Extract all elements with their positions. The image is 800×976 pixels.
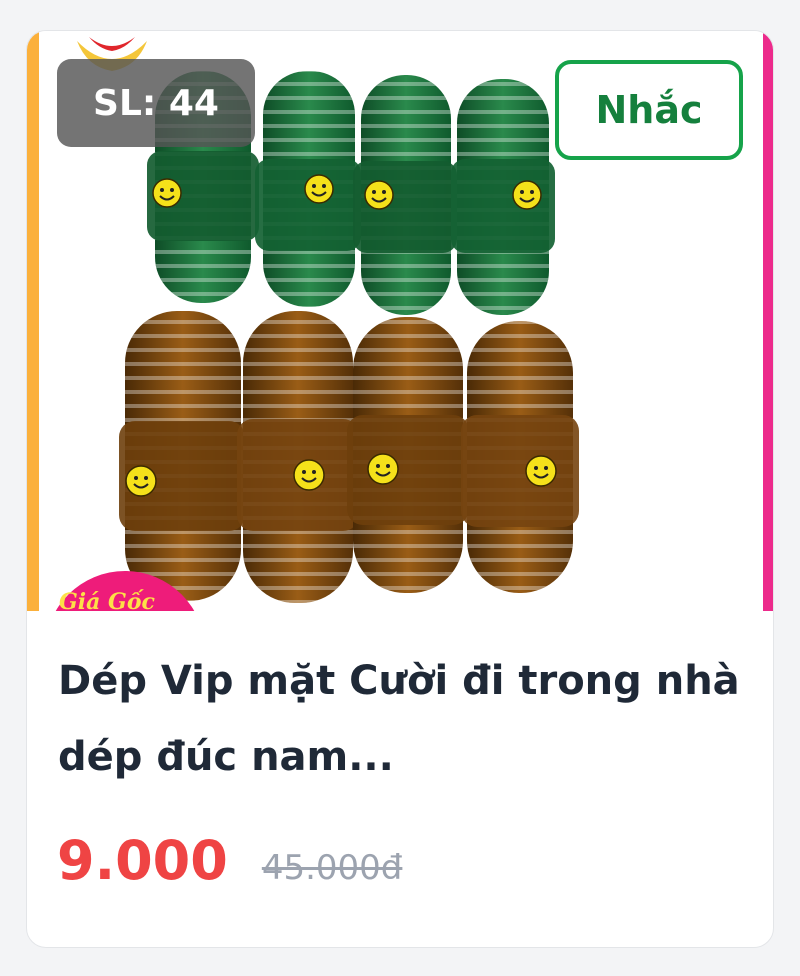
product-image[interactable]: SL: 44 Nhắc Giá Gốc [27,31,773,611]
sale-price: 9.000 [57,829,228,892]
price-row: 9.000 45.000đ [57,829,402,892]
remind-button[interactable]: Nhắc [555,60,743,160]
price-tag-label: Giá Gốc [59,589,155,611]
original-price-tag: Giá Gốc [45,571,195,611]
brown-slippers [119,311,579,603]
quantity-badge: SL: 44 [57,59,255,147]
product-title[interactable]: Dép Vip mặt Cười đi trong nhà dép đúc na… [58,643,748,795]
product-card[interactable]: SL: 44 Nhắc Giá Gốc Dép Vip mặt Cười đi … [26,30,774,948]
original-price: 45.000đ [261,848,403,888]
